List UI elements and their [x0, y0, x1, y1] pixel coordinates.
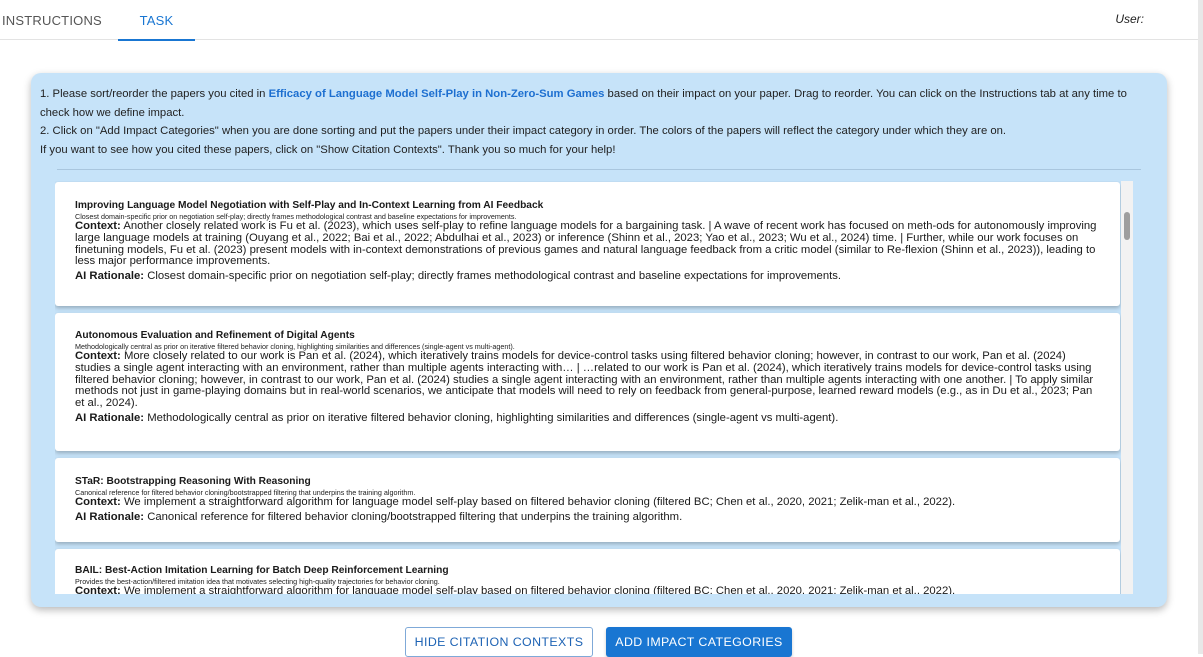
add-impact-categories-button[interactable]: ADD IMPACT CATEGORIES — [606, 627, 792, 657]
page-scrollbar[interactable] — [1198, 0, 1203, 654]
rationale-label: AI Rationale: — [75, 411, 145, 424]
paper-rationale: AI Rationale: Closest domain-specific pr… — [75, 270, 1100, 282]
context-label: Context: — [75, 585, 121, 594]
context-label: Context: — [75, 220, 121, 232]
paper-card[interactable]: STaR: Bootstrapping Reasoning With Reaso… — [55, 458, 1120, 542]
context-text: We implement a straightforward algorithm… — [123, 496, 956, 508]
paper-context: Context: We implement a straightforward … — [75, 585, 1100, 594]
paper-list-scrollbar[interactable] — [1121, 181, 1133, 594]
rationale-label: AI Rationale: — [75, 510, 145, 523]
rationale-text: Methodologically central as prior on ite… — [147, 411, 839, 424]
paper-title-link[interactable]: Efficacy of Language Model Self-Play in … — [269, 88, 605, 100]
paper-card[interactable]: Improving Language Model Negotiation wit… — [55, 182, 1120, 306]
instruction-step-2: 2. Click on "Add Impact Categories" when… — [40, 125, 1007, 138]
context-text: We implement a straightforward algorithm… — [123, 585, 956, 594]
paper-card[interactable]: BAIL: Best-Action Imitation Learning for… — [55, 549, 1120, 594]
paper-title: Autonomous Evaluation and Refinement of … — [75, 330, 355, 341]
context-text: More closely related to our work is Pan … — [75, 350, 1094, 410]
top-nav-bar: INSTRUCTIONS TASK User: — [0, 0, 1203, 41]
context-text: Another closely related work is Fu et al… — [75, 220, 1097, 268]
paper-rationale: AI Rationale: Canonical reference for fi… — [75, 511, 1100, 523]
paper-title: STaR: Bootstrapping Reasoning With Reaso… — [75, 476, 311, 487]
paper-list: Improving Language Model Negotiation wit… — [55, 181, 1135, 594]
user-label: User: — [1115, 12, 1144, 26]
tab-instructions[interactable]: INSTRUCTIONS — [0, 0, 118, 40]
paper-context: Context: Another closely related work is… — [75, 220, 1100, 268]
instruction-step-1-prefix: 1. Please sort/reorder the papers you ci… — [40, 88, 269, 100]
context-label: Context: — [75, 350, 121, 362]
scrollbar-thumb[interactable] — [1124, 212, 1130, 240]
paper-context: Context: We implement a straightforward … — [75, 496, 1100, 509]
tab-task[interactable]: TASK — [118, 0, 195, 41]
rationale-text: Closest domain-specific prior on negotia… — [147, 270, 842, 283]
instruction-step-1: 1. Please sort/reorder the papers you ci… — [40, 85, 1158, 122]
paper-card[interactable]: Autonomous Evaluation and Refinement of … — [55, 313, 1120, 451]
hide-citation-contexts-button[interactable]: HIDE CITATION CONTEXTS — [405, 627, 593, 657]
task-panel: 1. Please sort/reorder the papers you ci… — [31, 73, 1167, 607]
instructions-text: 1. Please sort/reorder the papers you ci… — [40, 85, 1158, 159]
rationale-label: AI Rationale: — [75, 270, 145, 283]
paper-title: Improving Language Model Negotiation wit… — [75, 200, 544, 211]
rationale-text: Canonical reference for filtered behavio… — [147, 510, 683, 523]
paper-title: BAIL: Best-Action Imitation Learning for… — [75, 565, 449, 576]
context-label: Context: — [75, 496, 121, 508]
paper-context: Context: More closely related to our wor… — [75, 350, 1100, 410]
divider — [57, 169, 1141, 170]
instruction-note: If you want to see how you cited these p… — [40, 143, 616, 156]
paper-rationale: AI Rationale: Methodologically central a… — [75, 412, 1100, 424]
